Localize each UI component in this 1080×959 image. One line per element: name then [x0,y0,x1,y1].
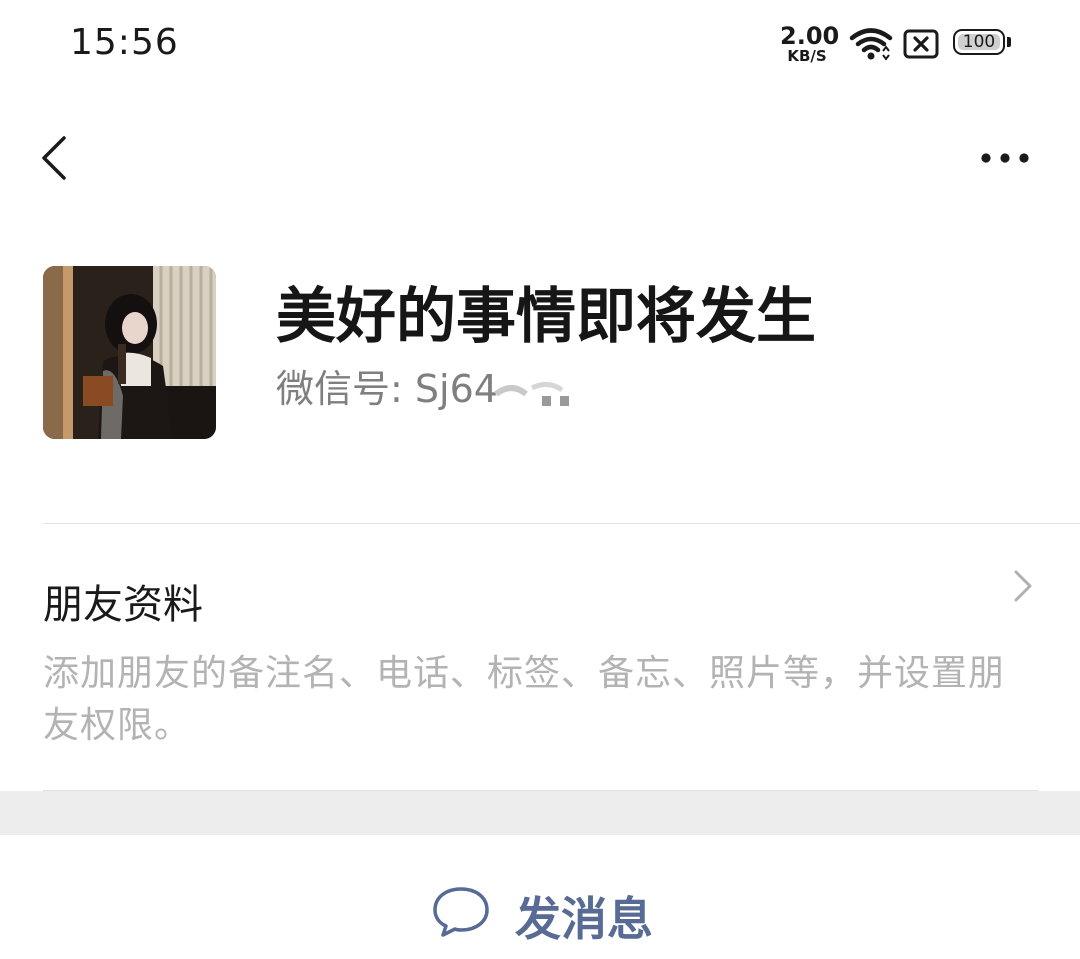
chevron-right-icon [1014,570,1032,602]
redaction-mask [494,381,569,406]
send-message-button[interactable]: 发消息 [0,835,1080,959]
friend-info-description: 添加朋友的备注名、电话、标签、备忘、照片等，并设置朋友权限。 [43,653,1006,746]
back-button[interactable] [30,126,80,190]
status-bar: 15:56 2.00 KB/S 100 [0,0,1080,90]
friend-info-row[interactable]: 朋友资料 添加朋友的备注名、电话、标签、备忘、照片等，并设置朋友权限。 [0,524,1080,790]
more-dots-icon [981,153,1029,163]
wifi-icon [849,28,893,61]
sim-no-signal-icon [903,29,939,59]
wechat-id-value: Sj64 [414,367,498,411]
wechat-id: 微信号: Sj64 [276,358,582,413]
chevron-left-icon [42,136,66,180]
avatar[interactable] [43,266,216,439]
network-speed: 2.00 KB/S [780,22,840,65]
more-button[interactable] [972,140,1038,176]
network-speed-unit: KB/S [787,47,827,65]
friend-info-title: 朋友资料 [43,582,203,628]
status-time: 15:56 [70,22,179,63]
send-message-label: 发消息 [515,892,653,946]
avatar-photo [43,266,216,439]
wechat-id-label: 微信号: [276,367,403,411]
battery-icon: 100 [953,29,1013,59]
network-speed-value: 2.00 [780,22,840,50]
chat-bubble-icon [433,887,489,937]
battery-level: 100 [958,33,1000,50]
profile-nickname: 美好的事情即将发生 [276,282,816,352]
section-gap [0,791,1080,835]
